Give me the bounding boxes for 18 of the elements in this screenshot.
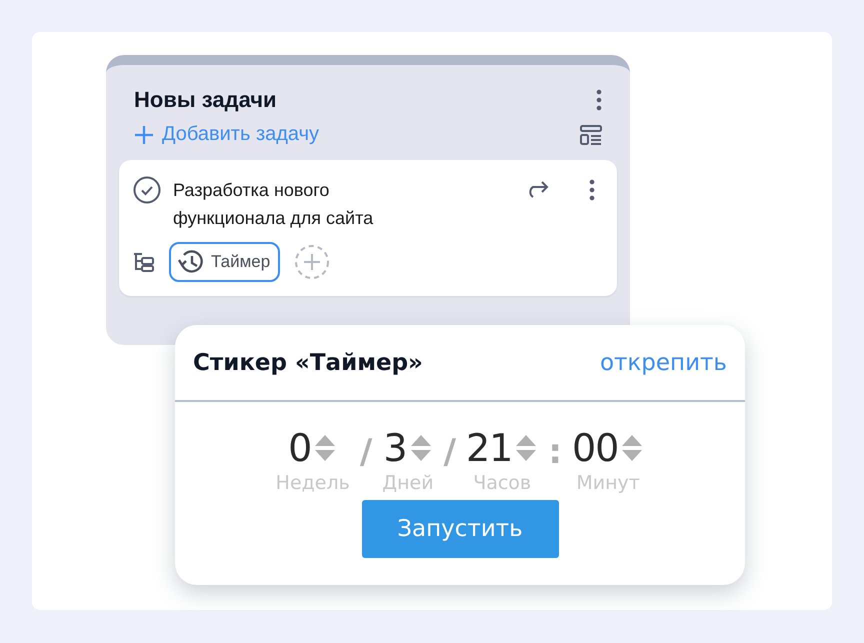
time-value[interactable]: 21 (466, 426, 512, 470)
subtasks-icon[interactable] (133, 252, 155, 272)
time-separator: : (547, 431, 563, 474)
time-separator: / (358, 431, 374, 474)
more-icon[interactable] (596, 89, 602, 111)
more-icon[interactable] (589, 179, 595, 201)
column-title: Новы задачи (134, 87, 277, 113)
popup-title: Стикер «Таймер» (193, 350, 423, 376)
layout-icon[interactable] (580, 124, 602, 144)
task-card[interactable]: Разработка нового функционала для сайта Таймер (119, 160, 617, 296)
timer-sticker-chip[interactable]: Таймер (169, 242, 280, 282)
time-value[interactable]: 3 (383, 426, 406, 470)
time-separator: / (442, 431, 457, 474)
plus-icon (134, 124, 154, 144)
check-circle-icon[interactable] (133, 176, 161, 204)
time-value[interactable]: 0 (288, 426, 312, 470)
task-title: Разработка нового функционала для сайта (173, 179, 374, 230)
time-value[interactable]: 00 (572, 426, 618, 470)
